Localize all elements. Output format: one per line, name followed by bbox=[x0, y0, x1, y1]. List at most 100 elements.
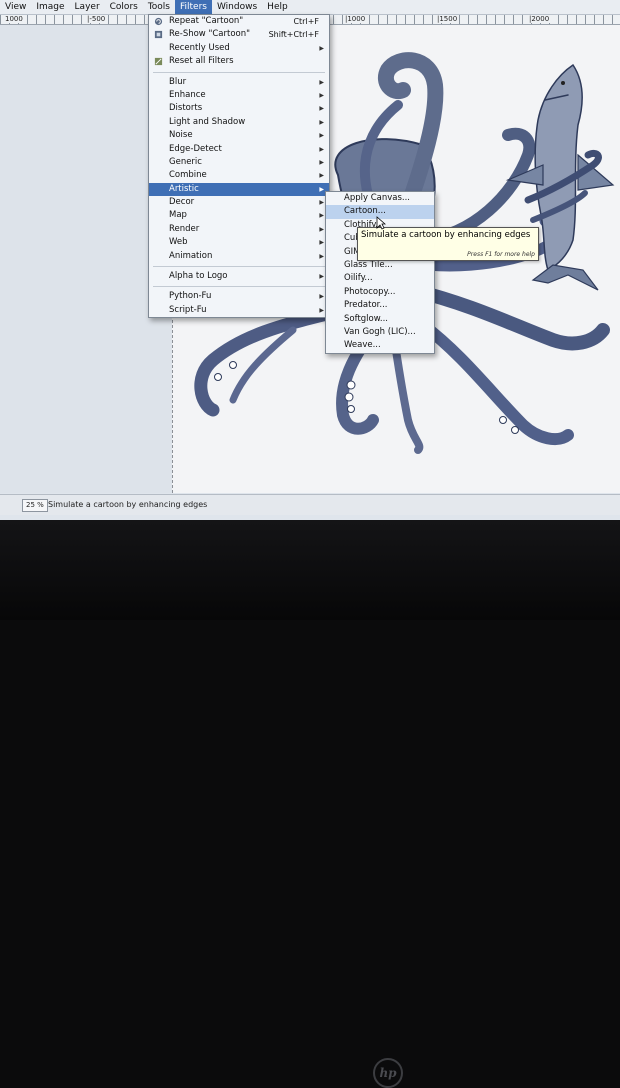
menu-separator bbox=[153, 71, 325, 73]
menu-windows[interactable]: Windows bbox=[212, 0, 262, 14]
menu-item-apply-canvas[interactable]: Apply Canvas... bbox=[326, 192, 434, 205]
menu-item-recently-used[interactable]: Recently Used ▶ bbox=[149, 42, 329, 55]
ruler-label: |1000 bbox=[344, 15, 367, 23]
zoom-level-select[interactable]: 25 % bbox=[22, 499, 48, 512]
menu-item-blur[interactable]: Blur ▶ bbox=[149, 76, 329, 89]
submenu-arrow-icon: ▶ bbox=[319, 105, 324, 113]
submenu-arrow-icon: ▶ bbox=[319, 239, 324, 247]
menu-item-label: Web bbox=[169, 237, 188, 248]
submenu-arrow-icon: ▶ bbox=[319, 273, 324, 281]
menu-tools[interactable]: Tools bbox=[143, 0, 175, 14]
menu-item-label: Re-Show "Cartoon" bbox=[169, 29, 251, 40]
menu-filters[interactable]: Filters bbox=[175, 0, 212, 14]
menu-item-label: Light and Shadow bbox=[169, 116, 246, 127]
menu-item-artistic[interactable]: Artistic ▶ bbox=[149, 182, 329, 197]
menu-item-label: Combine bbox=[169, 170, 207, 181]
ruler-label: 1000 bbox=[4, 15, 24, 23]
menu-item-photocopy[interactable]: Photocopy... bbox=[326, 286, 434, 299]
submenu-arrow-icon: ▶ bbox=[319, 91, 324, 99]
submenu-arrow-icon: ▶ bbox=[319, 225, 324, 233]
menu-item-oilify[interactable]: Oilify... bbox=[326, 272, 434, 285]
menu-view[interactable]: View bbox=[0, 0, 31, 14]
menu-item-label: Noise bbox=[169, 130, 193, 141]
menu-item-label: Map bbox=[169, 210, 187, 221]
reshow-icon bbox=[154, 31, 163, 39]
ruler-label: |-500 bbox=[86, 15, 107, 23]
menu-help[interactable]: Help bbox=[262, 0, 293, 14]
tooltip-hint: Press F1 for more help bbox=[467, 251, 535, 258]
menu-colors[interactable]: Colors bbox=[105, 0, 143, 14]
ruler-label: |2000 bbox=[528, 15, 551, 23]
submenu-arrow-icon: ▶ bbox=[319, 172, 324, 180]
status-message: Simulate a cartoon by enhancing edges bbox=[48, 500, 208, 509]
submenu-arrow-icon: ▶ bbox=[319, 158, 324, 166]
shortcut-label: Ctrl+F bbox=[293, 17, 319, 26]
menu-item-generic[interactable]: Generic ▶ bbox=[149, 156, 329, 169]
submenu-arrow-icon: ▶ bbox=[319, 252, 324, 260]
menu-item-predator[interactable]: Predator... bbox=[326, 299, 434, 312]
submenu-arrow-icon: ▶ bbox=[319, 212, 324, 220]
menu-item-noise[interactable]: Noise ▶ bbox=[149, 129, 329, 142]
mouse-pointer-icon bbox=[376, 216, 386, 230]
submenu-arrow-icon: ▶ bbox=[319, 185, 324, 193]
submenu-arrow-icon: ▶ bbox=[319, 293, 324, 301]
ruler-label: |1500 bbox=[436, 15, 459, 23]
menu-item-edge-detect[interactable]: Edge-Detect ▶ bbox=[149, 143, 329, 156]
menu-item-softglow[interactable]: Softglow... bbox=[326, 313, 434, 326]
menu-item-map[interactable]: Map ▶ bbox=[149, 209, 329, 222]
menu-item-distorts[interactable]: Distorts ▶ bbox=[149, 102, 329, 115]
menu-separator bbox=[153, 286, 325, 288]
menu-item-label: Recently Used bbox=[169, 42, 230, 53]
menu-item-reshow-cartoon[interactable]: Re-Show "Cartoon" Shift+Ctrl+F bbox=[149, 28, 329, 41]
hp-logo: hp bbox=[373, 1058, 403, 1088]
menu-item-label: Repeat "Cartoon" bbox=[169, 16, 244, 26]
reset-icon bbox=[154, 58, 163, 66]
submenu-arrow-icon: ▶ bbox=[319, 44, 324, 52]
menu-item-python-fu[interactable]: Python-Fu ▶ bbox=[149, 290, 329, 303]
menu-item-label: Edge-Detect bbox=[169, 143, 222, 154]
menu-item-label: Blur bbox=[169, 76, 187, 87]
menu-item-decor[interactable]: Decor ▶ bbox=[149, 196, 329, 209]
menu-item-label: Decor bbox=[169, 197, 195, 208]
menu-item-label: Render bbox=[169, 223, 200, 234]
menu-item-label: Reset all Filters bbox=[169, 56, 234, 67]
menu-item-label: Enhance bbox=[169, 89, 206, 100]
menu-item-label: Distorts bbox=[169, 103, 203, 114]
laptop-bezel: hp bbox=[0, 520, 620, 1088]
menu-item-animation[interactable]: Animation ▶ bbox=[149, 250, 329, 263]
menu-item-reset-all-filters[interactable]: Reset all Filters bbox=[149, 55, 329, 68]
tooltip: Simulate a cartoon by enhancing edges Pr… bbox=[357, 227, 539, 261]
menu-item-label: Generic bbox=[169, 156, 202, 167]
submenu-arrow-icon: ▶ bbox=[319, 118, 324, 126]
menu-item-alpha-to-logo[interactable]: Alpha to Logo ▶ bbox=[149, 270, 329, 283]
menu-item-render[interactable]: Render ▶ bbox=[149, 223, 329, 236]
menubar: View Image Layer Colors Tools Filters Wi… bbox=[0, 0, 620, 15]
menu-item-label: Artistic bbox=[169, 183, 199, 194]
menu-item-label: Python-Fu bbox=[169, 291, 212, 302]
menu-layer[interactable]: Layer bbox=[70, 0, 105, 14]
menu-item-van-gogh-lic[interactable]: Van Gogh (LIC)... bbox=[326, 326, 434, 339]
gimp-window: View Image Layer Colors Tools Filters Wi… bbox=[0, 0, 620, 520]
menu-item-web[interactable]: Web ▶ bbox=[149, 236, 329, 249]
tooltip-text: Simulate a cartoon by enhancing edges bbox=[361, 230, 531, 240]
menu-item-label: Animation bbox=[169, 250, 213, 261]
menu-item-script-fu[interactable]: Script-Fu ▶ bbox=[149, 304, 329, 317]
menu-item-enhance[interactable]: Enhance ▶ bbox=[149, 89, 329, 102]
filters-menu: Repeat "Cartoon" Ctrl+F Re-Show "Cartoon… bbox=[148, 14, 330, 319]
menu-item-weave[interactable]: Weave... bbox=[326, 339, 434, 352]
menu-image[interactable]: Image bbox=[31, 0, 69, 14]
submenu-arrow-icon: ▶ bbox=[319, 78, 324, 86]
shortcut-label: Shift+Ctrl+F bbox=[268, 30, 319, 40]
menu-item-label: Alpha to Logo bbox=[169, 271, 228, 282]
menu-item-repeat-cartoon[interactable]: Repeat "Cartoon" Ctrl+F bbox=[149, 15, 329, 28]
repeat-icon bbox=[154, 17, 163, 26]
menu-item-label: Script-Fu bbox=[169, 304, 207, 315]
menu-item-light-and-shadow[interactable]: Light and Shadow ▶ bbox=[149, 116, 329, 129]
submenu-arrow-icon: ▶ bbox=[319, 145, 324, 153]
submenu-arrow-icon: ▶ bbox=[319, 132, 324, 140]
submenu-arrow-icon: ▶ bbox=[319, 306, 324, 314]
submenu-arrow-icon: ▶ bbox=[319, 199, 324, 207]
menu-separator bbox=[153, 266, 325, 268]
status-bar: 25 % Simulate a cartoon by enhancing edg… bbox=[0, 494, 620, 515]
menu-item-combine[interactable]: Combine ▶ bbox=[149, 169, 329, 182]
